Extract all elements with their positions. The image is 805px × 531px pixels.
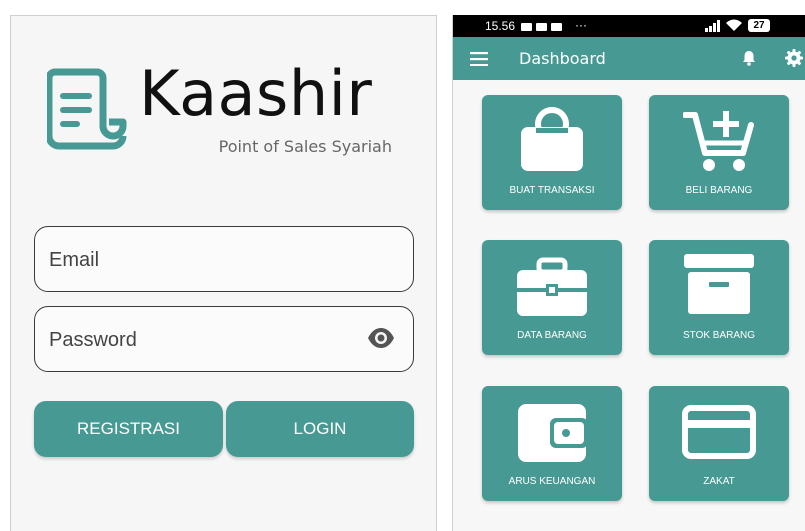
- bell-icon[interactable]: [742, 50, 756, 70]
- wifi-icon: [726, 19, 742, 35]
- register-button[interactable]: REGISTRASI: [34, 401, 223, 457]
- gear-icon[interactable]: [785, 49, 803, 71]
- password-input[interactable]: [47, 307, 361, 373]
- login-screen: Kaashir Point of Sales Syariah REGISTRAS…: [10, 15, 437, 531]
- archive-box-icon: [684, 254, 754, 314]
- wallet-icon: [518, 404, 588, 462]
- receipt-logo-icon: [45, 68, 127, 154]
- brand-name: Kaashir: [139, 57, 373, 130]
- email-input[interactable]: [47, 227, 361, 293]
- briefcase-icon: [517, 257, 587, 316]
- tile-arus-keuangan[interactable]: ARUS KEUANGAN: [482, 386, 622, 501]
- tile-beli-barang[interactable]: BELI BARANG: [649, 95, 789, 210]
- battery-icon: 27: [748, 19, 770, 32]
- tile-label: ZAKAT: [703, 476, 735, 487]
- tile-buat-transaksi[interactable]: BUAT TRANSAKSI: [482, 95, 622, 210]
- tile-data-barang[interactable]: DATA BARANG: [482, 240, 622, 355]
- signal-icon: [705, 20, 721, 35]
- add-to-cart-icon: [683, 111, 754, 171]
- password-field[interactable]: [34, 306, 414, 373]
- page-title: Dashboard: [519, 49, 606, 68]
- email-field[interactable]: [34, 226, 414, 293]
- battery-level: 27: [753, 20, 765, 31]
- notification-icons: [521, 21, 569, 35]
- app-bar: Dashboard: [453, 37, 805, 80]
- tile-zakat[interactable]: ZAKAT: [649, 386, 789, 501]
- tile-stok-barang[interactable]: STOK BARANG: [649, 240, 789, 355]
- shopping-bag-icon: [521, 107, 583, 171]
- menu-icon[interactable]: [470, 51, 488, 70]
- credit-card-icon: [682, 405, 756, 459]
- login-button[interactable]: LOGIN: [226, 401, 414, 457]
- status-time: 15.56: [485, 19, 516, 33]
- tile-label: STOK BARANG: [682, 330, 756, 341]
- tile-label: ARUS KEUANGAN: [508, 476, 596, 487]
- dashboard-screen: 15.56 ··· 27 Dashboard BUAT TRANSAKSI BE…: [452, 15, 805, 531]
- tile-label: BELI BARANG: [685, 185, 753, 196]
- tile-label: BUAT TRANSAKSI: [509, 185, 595, 196]
- tile-label: DATA BARANG: [517, 330, 587, 341]
- status-more: ···: [575, 18, 587, 32]
- status-bar: 15.56 ··· 27: [453, 15, 805, 37]
- show-password-icon[interactable]: [367, 327, 395, 353]
- brand-tagline: Point of Sales Syariah: [218, 137, 392, 156]
